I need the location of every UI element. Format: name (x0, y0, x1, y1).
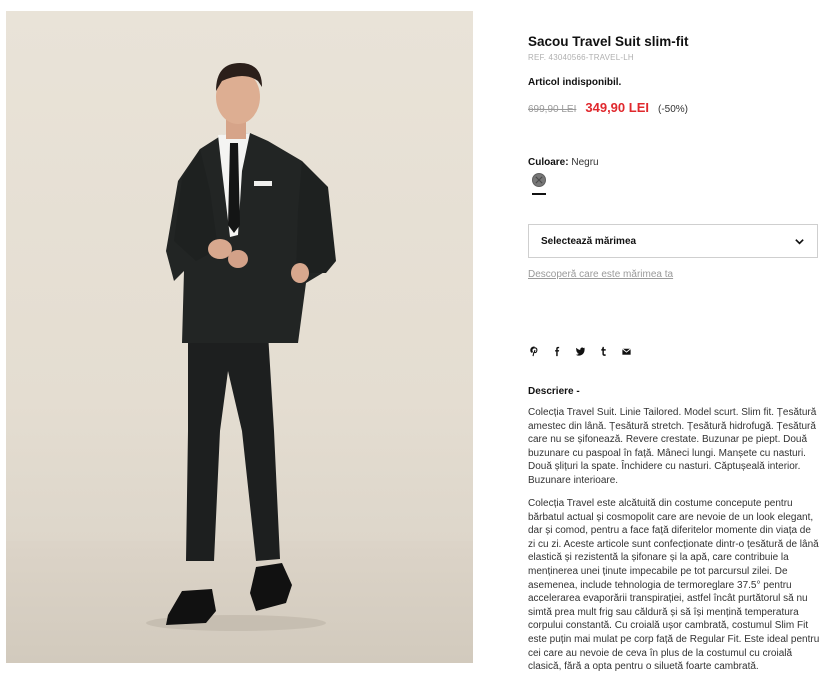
description-heading: Descriere - (528, 386, 580, 397)
description-paragraph-1: Colecția Travel Suit. Linie Tailored. Mo… (528, 407, 817, 486)
product-image[interactable] (6, 11, 473, 663)
share-icons (528, 344, 633, 358)
product-title: Sacou Travel Suit slim-fit (528, 34, 689, 49)
model-illustration (146, 63, 336, 631)
price-block: 699,90 LEI 349,90 LEI (-50%) (528, 100, 688, 115)
pinterest-icon[interactable] (528, 344, 541, 358)
color-swatch-negru[interactable] (532, 173, 546, 187)
swatch-selected-indicator (532, 193, 546, 195)
color-row: Culoare: Negru (528, 157, 599, 168)
unavailable-cross-icon (535, 176, 543, 184)
size-select[interactable]: Selectează mărimea (528, 224, 818, 258)
chevron-down-icon (795, 238, 804, 245)
old-price: 699,90 LEI (528, 104, 577, 115)
email-icon[interactable] (620, 344, 633, 358)
discount-badge: (-50%) (657, 104, 688, 115)
sale-price: 349,90 LEI (585, 100, 649, 115)
color-label: Culoare: (528, 157, 569, 168)
product-ref: REF. 43040566-TRAVEL-LH (528, 53, 634, 62)
color-value: Negru (571, 157, 599, 168)
description-paragraph-2: Colecția Travel este alcătuită din costu… (528, 498, 820, 673)
size-guide-link[interactable]: Descoperă care este mărimea ta (528, 269, 673, 280)
tumblr-icon[interactable] (597, 344, 610, 358)
availability-status: Articol indisponibil. (528, 77, 622, 88)
size-select-label: Selectează mărimea (541, 235, 637, 247)
twitter-icon[interactable] (574, 344, 587, 358)
facebook-icon[interactable] (551, 344, 564, 358)
